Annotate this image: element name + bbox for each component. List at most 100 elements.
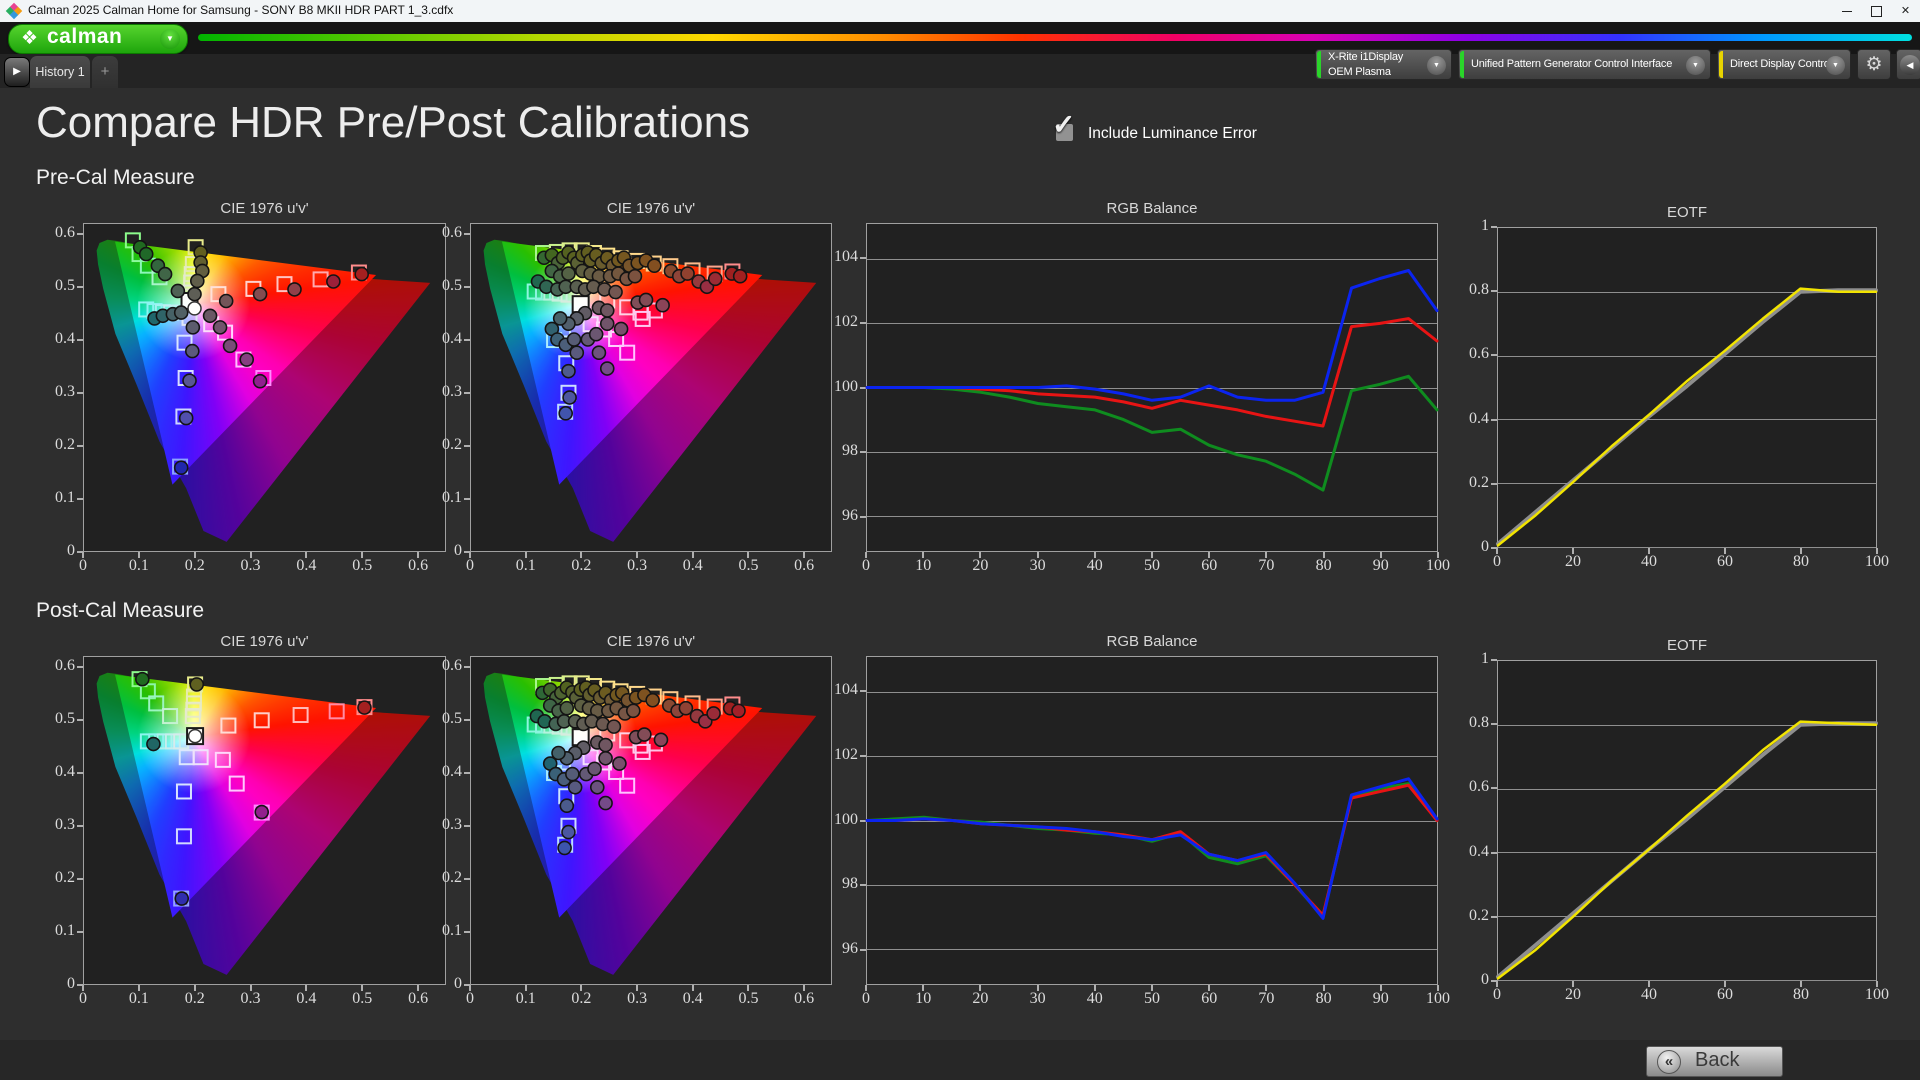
display-control-dropdown[interactable]: Direct Display Control ▼ bbox=[1717, 49, 1851, 80]
measurement-dot bbox=[646, 694, 659, 707]
series-line-target bbox=[1498, 290, 1876, 544]
meter-dropdown[interactable]: X-Rite i1Display OEM Plasma ▼ bbox=[1315, 49, 1452, 80]
rainbow-spectrum-strip bbox=[198, 34, 1912, 41]
axis-tick-label: 0.3 bbox=[33, 383, 75, 401]
back-button[interactable]: « Back bbox=[1646, 1046, 1783, 1077]
axis-tick-label: 1 bbox=[1447, 217, 1489, 235]
measurement-dot bbox=[214, 321, 227, 334]
measurement-dot bbox=[175, 892, 188, 905]
axis-tick-label: 0.2 bbox=[175, 557, 215, 575]
back-button-label: Back bbox=[1695, 1049, 1739, 1072]
axis-tick-label: 96 bbox=[816, 507, 858, 525]
window-titlebar: Calman 2025 Calman Home for Samsung - SO… bbox=[0, 0, 1920, 22]
axis-tick-label: 0.3 bbox=[231, 557, 271, 575]
axis-tick bbox=[305, 985, 307, 991]
cie-plot bbox=[470, 656, 832, 985]
measurement-dot bbox=[599, 752, 612, 765]
measurement-dot bbox=[254, 375, 267, 388]
axis-tick-label: 100 bbox=[1857, 553, 1897, 571]
measurement-dot bbox=[255, 806, 268, 819]
measurement-dot bbox=[732, 704, 745, 717]
app-icon bbox=[7, 4, 21, 18]
display-dropdown-label: Direct Display Control bbox=[1730, 50, 1822, 79]
collapse-panel-button[interactable]: ◀ bbox=[1896, 49, 1920, 80]
series-line-blue bbox=[867, 271, 1437, 401]
axis-tick bbox=[747, 985, 749, 991]
axis-tick-label: 0.4 bbox=[420, 330, 462, 348]
close-button[interactable]: ✕ bbox=[1891, 0, 1920, 22]
axis-tick bbox=[361, 552, 363, 558]
axis-tick-label: 20 bbox=[1553, 553, 1593, 571]
add-tab-button[interactable]: + bbox=[92, 56, 118, 88]
measurement-dot bbox=[613, 757, 626, 770]
measurement-dot bbox=[140, 248, 153, 261]
axis-tick-label: 0.5 bbox=[342, 557, 382, 575]
axis-tick-label: 0.4 bbox=[673, 557, 713, 575]
axis-tick bbox=[77, 392, 83, 394]
maximize-button[interactable] bbox=[1862, 0, 1891, 22]
axis-tick bbox=[1151, 985, 1153, 991]
axis-tick-label: 100 bbox=[1857, 986, 1897, 1004]
axis-tick bbox=[464, 233, 470, 235]
display-status-bar bbox=[1719, 51, 1723, 78]
white-point-dot bbox=[188, 302, 201, 315]
pattern-generator-dropdown[interactable]: Unified Pattern Generator Control Interf… bbox=[1458, 49, 1711, 80]
axis-tick-label: 90 bbox=[1361, 557, 1401, 575]
axis-tick bbox=[464, 445, 470, 447]
measurement-dot bbox=[592, 346, 605, 359]
axis-tick bbox=[464, 878, 470, 880]
chart-title: RGB Balance bbox=[866, 200, 1438, 218]
axis-tick-label: 0.2 bbox=[175, 990, 215, 1008]
series-line-measured bbox=[1498, 289, 1876, 546]
minimize-button[interactable] bbox=[1833, 0, 1862, 22]
measurement-dot bbox=[568, 333, 581, 346]
axis-tick-label: 0 bbox=[450, 557, 490, 575]
measurement-dot bbox=[558, 841, 571, 854]
chart-title: EOTF bbox=[1497, 204, 1877, 222]
axis-tick-label: 98 bbox=[816, 442, 858, 460]
axis-tick-label: 0 bbox=[63, 557, 103, 575]
measurement-dot bbox=[609, 286, 622, 299]
axis-tick-label: 0.2 bbox=[33, 869, 75, 887]
calman-menu-button[interactable]: ❖ calman ▼ bbox=[8, 24, 188, 54]
chevron-down-icon[interactable]: ▼ bbox=[1427, 56, 1446, 75]
include-luminance-checkbox[interactable]: ✓ Include Luminance Error bbox=[1052, 108, 1372, 148]
axis-tick bbox=[1323, 985, 1325, 991]
measurement-dot bbox=[590, 328, 603, 341]
chevron-down-icon[interactable]: ▼ bbox=[1686, 56, 1705, 75]
check-icon: ✓ bbox=[1052, 108, 1075, 141]
tab-history-1[interactable]: History 1 bbox=[30, 56, 90, 88]
axis-tick-label: 98 bbox=[816, 875, 858, 893]
axis-tick bbox=[82, 552, 84, 558]
target-square bbox=[620, 346, 634, 360]
axis-tick bbox=[525, 985, 527, 991]
measurement-dot bbox=[615, 322, 628, 335]
page-title: Compare HDR Pre/Post Calibrations bbox=[36, 98, 750, 148]
axis-tick bbox=[138, 552, 140, 558]
meter-dropdown-label: X-Rite i1Display OEM Plasma bbox=[1328, 50, 1423, 79]
axis-tick-label: 0.3 bbox=[420, 383, 462, 401]
axis-tick bbox=[1380, 985, 1382, 991]
axis-tick bbox=[1265, 985, 1267, 991]
axis-tick bbox=[865, 552, 867, 558]
chevron-down-icon[interactable]: ▼ bbox=[1826, 56, 1845, 75]
measurement-dot bbox=[562, 826, 575, 839]
series-line-blue bbox=[867, 779, 1437, 919]
axis-tick bbox=[1724, 548, 1726, 554]
chevron-down-icon[interactable]: ▼ bbox=[160, 29, 180, 49]
section-label-post-cal: Post-Cal Measure bbox=[36, 599, 204, 623]
axis-tick-label: 0.6 bbox=[784, 557, 824, 575]
target-square bbox=[230, 777, 244, 791]
axis-tick-label: 0.1 bbox=[420, 922, 462, 940]
settings-button[interactable]: ⚙ bbox=[1857, 49, 1891, 80]
measurement-dot bbox=[220, 295, 233, 308]
chevron-left-icon: ◀ bbox=[1900, 55, 1920, 75]
axis-tick bbox=[469, 985, 471, 991]
workflow-nav-button[interactable]: ▶ bbox=[4, 57, 30, 87]
measurement-dot bbox=[562, 365, 575, 378]
chart-title: CIE 1976 u'v' bbox=[83, 200, 446, 218]
axis-tick bbox=[1572, 981, 1574, 987]
axis-tick-label: 0.6 bbox=[33, 657, 75, 675]
axis-tick bbox=[77, 719, 83, 721]
axis-tick-label: 0.5 bbox=[33, 710, 75, 728]
